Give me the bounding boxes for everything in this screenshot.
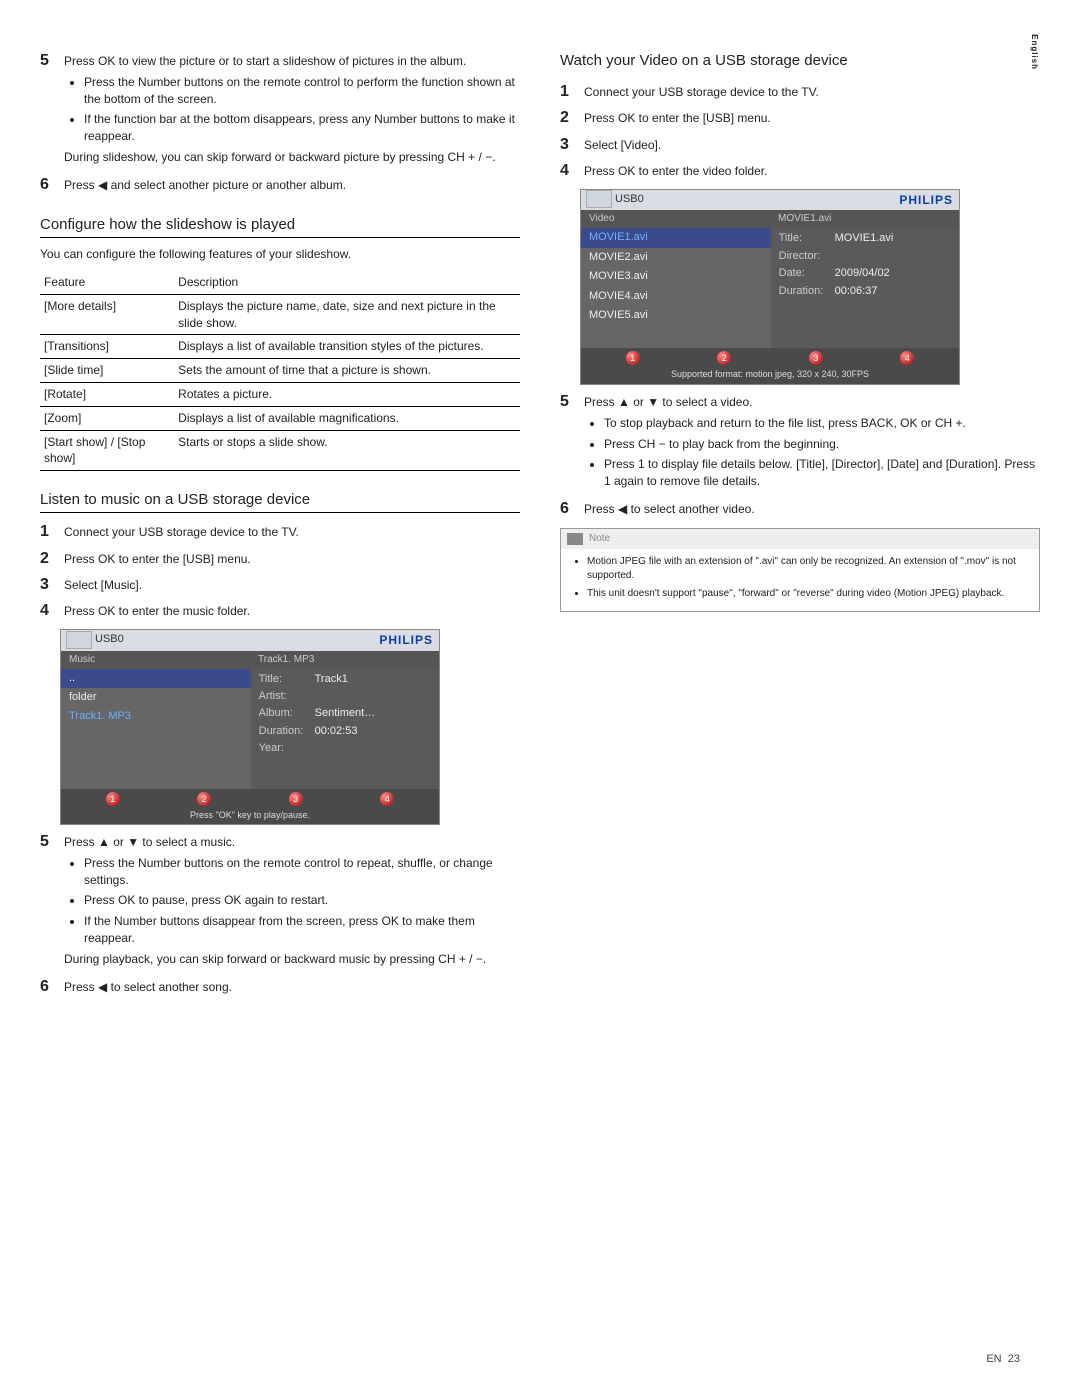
color-button-2: 2 <box>197 792 211 806</box>
th-feature: Feature <box>40 271 174 294</box>
config-intro: You can configure the following features… <box>40 246 520 263</box>
step-5-bullet-2: If the function bar at the bottom disapp… <box>84 111 520 145</box>
path-1: Video <box>581 210 770 228</box>
device-label: USB0 <box>587 192 899 207</box>
video-step-1: 1Connect your USB storage device to the … <box>560 81 1040 103</box>
color-button-3: 3 <box>809 351 823 365</box>
tv-icon <box>66 631 92 649</box>
music-step-5-after: During playback, you can skip forward or… <box>64 951 520 968</box>
video-ui-screenshot: USB0 PHILIPS Video MOVIE1.avi MOVIE1.avi… <box>580 189 960 385</box>
meta-duration: 00:02:53 <box>315 724 358 739</box>
cell: Displays the picture name, date, size an… <box>174 294 520 335</box>
th-description: Description <box>174 271 520 294</box>
cell: [Zoom] <box>40 406 174 430</box>
file-list: MOVIE1.avi MOVIE2.avi MOVIE3.avi MOVIE4.… <box>581 228 771 348</box>
music-step-5-text: Press ▲ or ▼ to select a music. <box>64 835 235 849</box>
video-step-2: 2Press OK to enter the [USB] menu. <box>560 107 1040 129</box>
bullet: To stop playback and return to the file … <box>604 415 1040 432</box>
bullet: Press the Number buttons on the remote c… <box>84 855 520 889</box>
step-5-after: During slideshow, you can skip forward o… <box>64 149 520 166</box>
path-1: Music <box>61 651 250 669</box>
music-step-5: 5 Press ▲ or ▼ to select a music. Press … <box>40 831 520 972</box>
meta-duration: 00:06:37 <box>835 284 878 299</box>
music-step-1: 1Connect your USB storage device to the … <box>40 521 520 543</box>
video-step-3: 3Select [Video]. <box>560 134 1040 156</box>
list-item: Track1. MP3 <box>61 707 251 726</box>
step-6: 6 Press ◀ and select another picture or … <box>40 174 520 196</box>
bullet: Press CH − to play back from the beginni… <box>604 436 1040 453</box>
meta-panel: Title:MOVIE1.avi Director: Date:2009/04/… <box>771 228 959 348</box>
color-button-2: 2 <box>717 351 731 365</box>
heading-listen-music: Listen to music on a USB storage device <box>40 489 520 513</box>
music-step-3: 3Select [Music]. <box>40 574 520 596</box>
cell: [Start show] / [Stop show] <box>40 430 174 471</box>
file-list: .. folder Track1. MP3 <box>61 669 251 789</box>
meta-album: Sentiment… <box>315 706 376 721</box>
path-2: MOVIE1.avi <box>770 210 959 228</box>
cell: [Transitions] <box>40 335 174 359</box>
list-item: MOVIE5.avi <box>581 306 771 325</box>
list-item: .. <box>61 669 251 688</box>
cell: Starts or stops a slide show. <box>174 430 520 471</box>
meta-title: Track1 <box>315 672 348 687</box>
note-icon <box>567 533 583 545</box>
ui-hint: Supported format: motion jpeg, 320 x 240… <box>587 368 953 381</box>
cell: [Slide time] <box>40 359 174 383</box>
color-button-1: 1 <box>626 351 640 365</box>
language-tab: English <box>1029 34 1040 70</box>
meta-date: 2009/04/02 <box>835 266 890 281</box>
two-column-layout: 5 Press OK to view the picture or to sta… <box>40 50 1040 1002</box>
left-column: 5 Press OK to view the picture or to sta… <box>40 50 520 1002</box>
philips-logo: PHILIPS <box>899 192 953 209</box>
list-item: MOVIE3.avi <box>581 267 771 286</box>
page-footer: EN 23 <box>986 1352 1020 1367</box>
music-step-2: 2Press OK to enter the [USB] menu. <box>40 548 520 570</box>
cell: [Rotate] <box>40 382 174 406</box>
cell: Rotates a picture. <box>174 382 520 406</box>
path-2: Track1. MP3 <box>250 651 439 669</box>
note-item: Motion JPEG file with an extension of ".… <box>587 555 1029 583</box>
cell: Sets the amount of time that a picture i… <box>174 359 520 383</box>
ui-hint: Press "OK" key to play/pause. <box>67 809 433 822</box>
step-5-bullet-1: Press the Number buttons on the remote c… <box>84 74 520 108</box>
device-label: USB0 <box>67 632 379 647</box>
music-ui-screenshot: USB0 PHILIPS Music Track1. MP3 .. folder… <box>60 629 440 825</box>
tv-icon <box>586 190 612 208</box>
philips-logo: PHILIPS <box>379 632 433 649</box>
list-item: MOVIE2.avi <box>581 248 771 267</box>
music-step-6: 6Press ◀ to select another song. <box>40 976 520 998</box>
note-box: Note Motion JPEG file with an extension … <box>560 528 1040 612</box>
heading-configure-slideshow: Configure how the slideshow is played <box>40 214 520 238</box>
right-column: Watch your Video on a USB storage device… <box>560 50 1040 1002</box>
meta-title: MOVIE1.avi <box>835 231 894 246</box>
list-item: folder <box>61 688 251 707</box>
slideshow-feature-table: Feature Description [More details]Displa… <box>40 271 520 471</box>
video-step-6: 6Press ◀ to select another video. <box>560 498 1040 520</box>
meta-panel: Title:Track1 Artist: Album:Sentiment… Du… <box>251 669 439 789</box>
cell: Displays a list of available magnificati… <box>174 406 520 430</box>
color-button-4: 4 <box>380 792 394 806</box>
step-5-text: Press OK to view the picture or to start… <box>64 54 466 68</box>
heading-watch-video: Watch your Video on a USB storage device <box>560 50 1040 73</box>
bullet: Press 1 to display file details below. [… <box>604 456 1040 490</box>
note-item: This unit doesn't support "pause", "forw… <box>587 587 1029 601</box>
color-button-3: 3 <box>289 792 303 806</box>
list-item: MOVIE1.avi <box>581 228 771 247</box>
cell: [More details] <box>40 294 174 335</box>
list-item: MOVIE4.avi <box>581 287 771 306</box>
bullet: Press OK to pause, press OK again to res… <box>84 892 520 909</box>
video-step-5: 5 Press ▲ or ▼ to select a video. To sto… <box>560 391 1040 494</box>
video-step-5-text: Press ▲ or ▼ to select a video. <box>584 395 753 409</box>
note-label: Note <box>589 532 610 546</box>
step-5: 5 Press OK to view the picture or to sta… <box>40 50 520 170</box>
color-button-4: 4 <box>900 351 914 365</box>
music-step-4: 4Press OK to enter the music folder. <box>40 600 520 622</box>
video-step-4: 4Press OK to enter the video folder. <box>560 160 1040 182</box>
bullet: If the Number buttons disappear from the… <box>84 913 520 947</box>
color-button-1: 1 <box>106 792 120 806</box>
cell: Displays a list of available transition … <box>174 335 520 359</box>
